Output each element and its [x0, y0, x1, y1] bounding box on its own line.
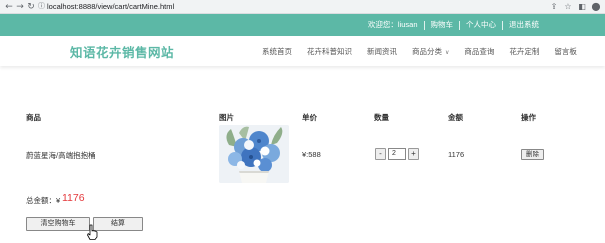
product-name[interactable]: 蔚蓝星海/高端抱抱桶: [26, 150, 96, 161]
star-icon[interactable]: ☆: [562, 1, 574, 13]
site-logo[interactable]: 知语花卉销售网站: [70, 42, 174, 61]
nav-home[interactable]: 系统首页: [262, 46, 292, 57]
logout-link[interactable]: 退出系统: [503, 20, 545, 30]
site-header: 知语花卉销售网站 系统首页 花卉科普知识 新闻资讯 商品分类 ∨ 商品查询 花卉定…: [0, 36, 605, 66]
clear-cart-button[interactable]: 清空购物车: [26, 217, 90, 231]
nav-custom[interactable]: 花卉定制: [509, 46, 539, 57]
product-amount: 1176: [448, 150, 465, 159]
delete-button[interactable]: 删除: [521, 149, 544, 160]
header-action: 操作: [521, 113, 536, 122]
reload-icon[interactable]: ↻: [25, 1, 37, 13]
product-price: ¥:588: [302, 150, 321, 159]
main-nav: 系统首页 花卉科普知识 新闻资讯 商品分类 ∨ 商品查询 花卉定制 留言板: [262, 36, 577, 66]
nav-news[interactable]: 新闻资讯: [367, 46, 397, 57]
nav-search[interactable]: 商品查询: [464, 46, 494, 57]
header-amount: 金额: [448, 113, 463, 122]
checkout-button[interactable]: 结算: [93, 217, 143, 231]
header-image: 图片: [219, 113, 234, 122]
product-image[interactable]: [219, 125, 289, 183]
quantity-increase-button[interactable]: +: [408, 148, 419, 160]
quantity-decrease-button[interactable]: -: [375, 148, 386, 160]
hand-cursor-icon: [87, 224, 98, 240]
info-icon[interactable]: ⓘ: [37, 2, 46, 11]
address-bar[interactable]: localhost:8888/view/cart/cartMine.html: [47, 2, 174, 12]
top-links: 欢迎您：liusan 购物车 个人中心 退出系统: [362, 14, 545, 36]
browser-toolbar: ← → ↻ ⓘ localhost:8888/view/cart/cartMin…: [0, 0, 605, 14]
share-icon[interactable]: ⇪: [548, 1, 560, 13]
cart-link[interactable]: 购物车: [425, 20, 460, 30]
nav-category-label: 商品分类: [412, 46, 442, 56]
header-price: 单价: [302, 113, 317, 122]
nav-flower-knowledge[interactable]: 花卉科普知识: [307, 46, 352, 57]
nav-message-board[interactable]: 留言板: [554, 46, 577, 57]
total-value: 1176: [62, 192, 85, 204]
chevron-down-icon: ∨: [445, 49, 450, 56]
nav-category[interactable]: 商品分类 ∨: [412, 46, 449, 57]
bouquet-illustration: [219, 125, 289, 183]
total-label: 总金额：¥: [26, 196, 61, 205]
profile-icon[interactable]: ⬤: [590, 1, 602, 13]
user-center-link[interactable]: 个人中心: [460, 20, 502, 30]
welcome-text: 欢迎您：liusan: [367, 20, 418, 29]
quantity-input[interactable]: 2: [388, 148, 406, 160]
header-product: 商品: [26, 113, 41, 122]
top-bar: 欢迎您：liusan 购物车 个人中心 退出系统: [0, 14, 605, 36]
sidebar-icon[interactable]: ◧: [576, 1, 588, 13]
header-quantity: 数量: [374, 113, 389, 122]
